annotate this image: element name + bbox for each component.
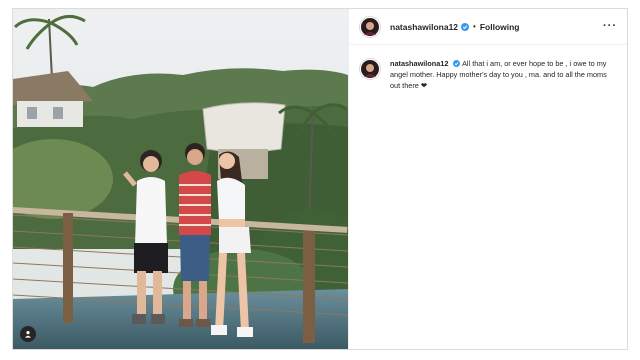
more-options-icon[interactable]: ··· <box>603 21 617 32</box>
avatar[interactable] <box>359 15 381 38</box>
post-caption: natashawilona12 All that i am, or ever h… <box>390 58 617 91</box>
following-button[interactable]: Following <box>480 22 520 32</box>
caption-avatar[interactable] <box>359 58 381 80</box>
header-username[interactable]: natashawilona12 <box>390 22 458 32</box>
caption-row: natashawilona12 All that i am, or ever h… <box>349 45 627 91</box>
post-photo-image <box>13 9 348 349</box>
verified-badge-icon <box>453 60 461 67</box>
post-photo[interactable] <box>13 9 348 349</box>
separator-dot: • <box>473 22 476 31</box>
post-details-pane: natashawilona12 • Following ··· natashaw… <box>348 9 627 349</box>
caption-username[interactable]: natashawilona12 <box>390 59 448 68</box>
verified-badge-icon <box>461 22 470 31</box>
user-tag-button[interactable] <box>20 326 36 342</box>
instagram-post: natashawilona12 • Following ··· natashaw… <box>12 8 628 350</box>
user-tag-icon <box>25 331 31 338</box>
avatar-image <box>361 17 379 36</box>
post-header: natashawilona12 • Following ··· <box>349 9 627 45</box>
avatar-image <box>361 60 379 78</box>
